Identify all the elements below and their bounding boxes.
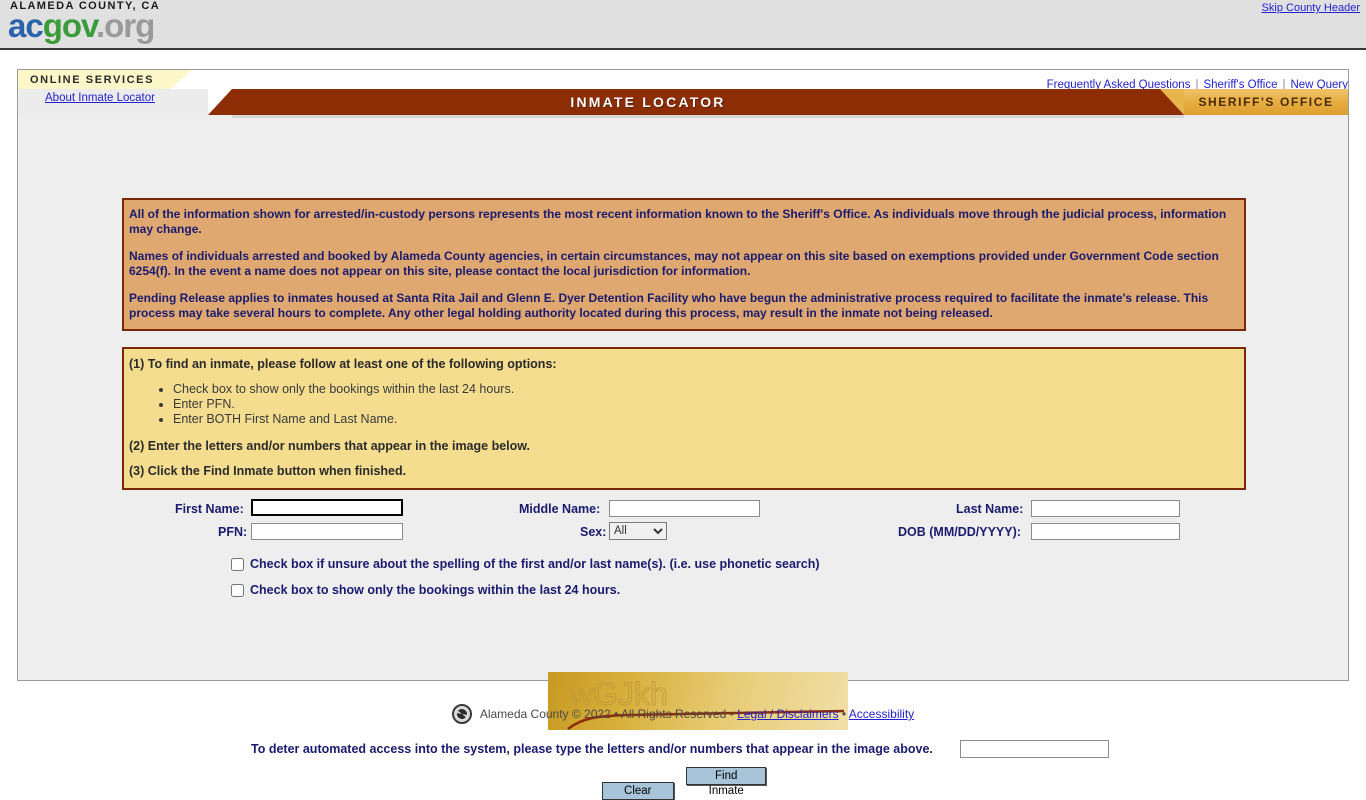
captcha-prompt-label: To deter automated access into the syste… <box>251 742 933 756</box>
inmate-locator-app-frame: ONLINE SERVICES Frequently Asked Questio… <box>17 69 1350 800</box>
last-name-label: Last Name: <box>956 502 1024 516</box>
page-title: INMATE LOCATOR <box>570 94 726 110</box>
middle-name-input[interactable] <box>609 500 760 517</box>
county-logo: ALAMEDA COUNTY, CA acgov.org <box>8 1 160 43</box>
phonetic-search-row: Check box if unsure about the spelling o… <box>18 555 1350 577</box>
form-row-pfn-sex-dob: PFN: Sex: All Male Female DOB (MM/DD/YYY… <box>18 522 1350 546</box>
county-wordmark: acgov.org <box>8 9 160 42</box>
last-24-hours-checkbox[interactable] <box>231 584 244 597</box>
sex-select[interactable]: All Male Female <box>609 522 667 540</box>
online-services-wedge <box>170 70 192 89</box>
last-24-hours-label: Check box to show only the bookings with… <box>250 583 621 597</box>
captcha-input[interactable] <box>960 740 1109 758</box>
footer-content: Alameda County © 2022 • All Rights Reser… <box>451 704 914 724</box>
form-row-names: First Name: Middle Name: Last Name: <box>18 499 1350 523</box>
instructions-box: (1) To find an inmate, please follow at … <box>122 347 1246 490</box>
warning-paragraph-3: Pending Release applies to inmates house… <box>129 291 1209 320</box>
footer-text-group: Alameda County © 2022 • All Rights Reser… <box>480 707 914 721</box>
inmate-search-form: First Name: Middle Name: Last Name: PFN:… <box>18 499 1350 603</box>
form-button-row: Clear Find Inmate <box>18 767 1350 800</box>
instruction-step-1: (1) To find an inmate, please follow at … <box>129 357 557 371</box>
county-header: ALAMEDA COUNTY, CA acgov.org Skip County… <box>0 0 1366 50</box>
middle-name-label: Middle Name: <box>519 502 601 516</box>
instruction-options-list: Check box to show only the bookings with… <box>129 382 1239 427</box>
list-item: Enter PFN. <box>173 397 1239 412</box>
county-seal-icon <box>451 704 472 724</box>
first-name-label: First Name: <box>175 502 244 516</box>
dob-input[interactable] <box>1031 523 1180 540</box>
find-inmate-button[interactable]: Find Inmate <box>686 767 767 797</box>
online-services-label: ONLINE SERVICES <box>30 73 155 86</box>
last-name-input[interactable] <box>1031 500 1180 517</box>
banner-bar: About Inmate Locator INMATE LOCATOR SHER… <box>18 89 1348 115</box>
warning-notice-box: All of the information shown for arreste… <box>122 198 1246 331</box>
sheriffs-office-tab-label: SHERIFF'S OFFICE <box>1198 95 1334 109</box>
list-item: Enter BOTH First Name and Last Name. <box>173 412 1239 427</box>
online-services-tab: ONLINE SERVICES <box>18 70 170 89</box>
wordmark-org: .org <box>95 7 155 44</box>
clear-button[interactable]: Clear <box>601 782 674 800</box>
sheriffs-office-tab[interactable]: SHERIFF'S OFFICE <box>1184 89 1348 115</box>
copyright-text: Alameda County © 2022 • All Rights Reser… <box>479 707 738 721</box>
instruction-step-3: (3) Click the Find Inmate button when fi… <box>129 464 407 478</box>
pfn-label: PFN: <box>218 525 248 539</box>
about-inmate-locator-link[interactable]: About Inmate Locator <box>45 92 155 104</box>
wordmark-ac: ac <box>8 7 44 44</box>
legal-disclaimers-link[interactable]: Legal / Disclaimers <box>737 707 838 721</box>
first-name-input[interactable] <box>251 499 403 516</box>
dob-label: DOB (MM/DD/YYYY): <box>898 525 1021 539</box>
footer-separator: • <box>838 707 849 721</box>
phonetic-search-checkbox[interactable] <box>231 558 244 571</box>
sex-label: Sex: <box>580 525 607 539</box>
wordmark-gov: gov <box>42 7 97 44</box>
warning-paragraph-2: Names of individuals arrested and booked… <box>129 249 1219 278</box>
banner-left-wedge <box>208 89 232 115</box>
instruction-step-2: (2) Enter the letters and/or numbers tha… <box>129 439 531 453</box>
warning-paragraph-1: All of the information shown for arreste… <box>129 207 1227 236</box>
pfn-input[interactable] <box>251 523 403 540</box>
accessibility-link[interactable]: Accessibility <box>849 707 914 721</box>
banner-right-wedge <box>1160 89 1184 115</box>
last-24-hours-row: Check box to show only the bookings with… <box>18 581 1350 603</box>
banner-shadow <box>232 115 1184 118</box>
phonetic-search-label: Check box if unsure about the spelling o… <box>250 557 820 571</box>
skip-county-header-link[interactable]: Skip County Header <box>1262 2 1360 14</box>
page-footer: Alameda County © 2022 • All Rights Reser… <box>0 704 1366 727</box>
banner-title-bar: INMATE LOCATOR <box>232 89 1184 115</box>
app-banner: ONLINE SERVICES Frequently Asked Questio… <box>18 70 1348 122</box>
list-item: Check box to show only the bookings with… <box>173 382 1239 397</box>
